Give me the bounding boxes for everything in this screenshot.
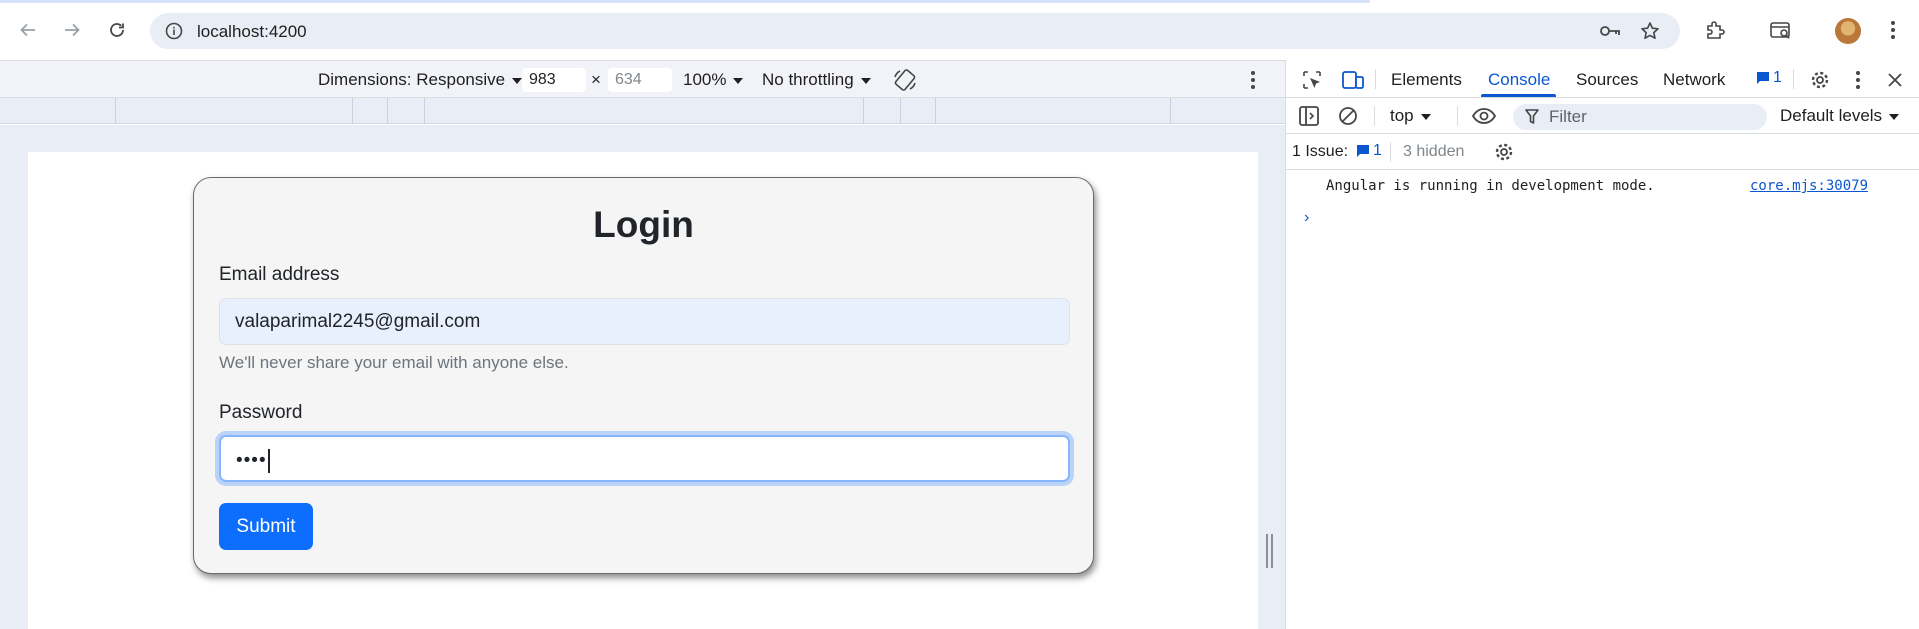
height-input[interactable]: 634 xyxy=(608,68,672,92)
chevron-down-icon xyxy=(1420,113,1431,120)
ruler-tick xyxy=(863,98,864,124)
console-source-link[interactable]: core.mjs:30079 xyxy=(1750,178,1868,194)
ruler-tick xyxy=(115,98,116,124)
issues-counter[interactable]: 1 xyxy=(1756,69,1782,87)
log-levels-select[interactable]: Default levels xyxy=(1780,106,1900,126)
browser-toolbar: localhost:4200 xyxy=(0,0,1919,60)
email-label: Email address xyxy=(219,264,340,285)
throttling-select[interactable]: No throttling xyxy=(762,70,871,90)
extensions-button[interactable] xyxy=(1698,13,1732,47)
console-settings-icon[interactable] xyxy=(1491,139,1517,165)
width-input[interactable]: 983 xyxy=(522,68,586,92)
dimension-separator: × xyxy=(591,70,601,89)
forward-button[interactable] xyxy=(56,13,88,47)
media-query-ruler[interactable] xyxy=(0,98,1285,124)
console-prompt[interactable]: › xyxy=(1304,209,1309,227)
dimensions-select[interactable]: Dimensions: Responsive xyxy=(318,70,523,90)
active-tab-indicator xyxy=(1481,94,1556,97)
issues-bar: 1 Issue: 1 3 hidden xyxy=(1286,134,1919,170)
chevron-down-icon xyxy=(733,77,744,84)
tab-search-icon xyxy=(1770,22,1790,39)
toolbar-divider xyxy=(1390,142,1391,162)
extensions-icon xyxy=(1707,21,1725,39)
issues-counter-value: 1 xyxy=(1773,69,1782,86)
console-toolbar: top Filter Default levels xyxy=(1286,98,1919,134)
clear-console-icon[interactable] xyxy=(1335,103,1361,129)
issues-link-count: 1 xyxy=(1373,142,1382,159)
text-cursor xyxy=(267,449,270,473)
ruler-tick xyxy=(1170,98,1171,124)
eye-icon[interactable] xyxy=(1471,103,1497,129)
devtools-tabbar: Elements Console Sources Network 1 xyxy=(1286,60,1919,98)
email-field[interactable]: valaparimal2245@gmail.com xyxy=(219,298,1070,345)
password-field[interactable]: •••• xyxy=(219,435,1070,482)
back-icon xyxy=(20,23,35,37)
toolbar-divider xyxy=(1793,69,1794,89)
tab-console[interactable]: Console xyxy=(1488,70,1550,90)
message-icon xyxy=(1357,145,1369,157)
console-message-text: Angular is running in development mode. xyxy=(1326,178,1655,194)
issues-link[interactable]: 1 xyxy=(1356,142,1382,160)
chrome-menu-button[interactable] xyxy=(1876,13,1910,47)
bookmark-star-icon[interactable] xyxy=(1640,21,1660,46)
address-bar[interactable]: localhost:4200 xyxy=(150,13,1680,49)
tab-strip-edge xyxy=(0,0,1370,3)
inspect-element-icon[interactable] xyxy=(1299,67,1325,93)
password-label: Password xyxy=(219,402,303,423)
submit-button[interactable]: Submit xyxy=(219,503,313,550)
tab-search-button[interactable] xyxy=(1764,13,1798,47)
site-info-icon[interactable] xyxy=(164,21,184,46)
menu-icon xyxy=(1891,21,1895,39)
sidebar-toggle-icon[interactable] xyxy=(1296,103,1322,129)
close-icon[interactable] xyxy=(1882,67,1908,93)
ruler-tick xyxy=(352,98,353,124)
url-text[interactable]: localhost:4200 xyxy=(197,22,307,42)
console-message: Angular is running in development mode. … xyxy=(1286,172,1919,200)
ruler-tick xyxy=(900,98,901,124)
filter-icon xyxy=(1525,109,1539,130)
context-select[interactable]: top xyxy=(1390,106,1431,126)
device-toolbar: Dimensions: Responsive 983 × 634 100% No… xyxy=(0,60,1285,98)
toolbar-divider xyxy=(1457,106,1458,126)
chevron-down-icon xyxy=(860,77,871,84)
tab-elements[interactable]: Elements xyxy=(1391,70,1462,90)
chevron-down-icon xyxy=(1889,113,1900,120)
email-help-text: We'll never share your email with anyone… xyxy=(219,353,569,372)
hidden-messages-label: 3 hidden xyxy=(1403,143,1465,160)
zoom-select[interactable]: 100% xyxy=(683,70,744,90)
device-toolbar-more-icon[interactable] xyxy=(1250,70,1256,95)
back-button[interactable] xyxy=(12,13,44,47)
issues-label: 1 Issue: xyxy=(1292,143,1349,160)
filter-placeholder: Filter xyxy=(1549,107,1587,126)
password-key-icon[interactable] xyxy=(1598,21,1622,46)
password-value: •••• xyxy=(236,450,267,472)
tab-sources[interactable]: Sources xyxy=(1576,70,1638,90)
reload-button[interactable] xyxy=(101,13,133,47)
device-toggle-icon[interactable] xyxy=(1340,67,1366,93)
message-icon xyxy=(1757,72,1769,84)
forward-icon xyxy=(65,23,80,37)
profile-avatar[interactable] xyxy=(1835,18,1861,44)
chevron-down-icon xyxy=(512,77,523,84)
rotate-icon[interactable] xyxy=(892,67,918,98)
devtools-more-icon[interactable] xyxy=(1845,67,1871,93)
toolbar-divider xyxy=(1374,106,1375,126)
tab-network[interactable]: Network xyxy=(1663,70,1725,90)
ruler-tick xyxy=(387,98,388,124)
devtools-panel: Elements Console Sources Network 1 top F… xyxy=(1285,60,1919,629)
settings-icon[interactable] xyxy=(1807,67,1833,93)
filter-input[interactable]: Filter xyxy=(1513,104,1767,130)
reload-icon xyxy=(110,23,124,37)
ruler-tick xyxy=(424,98,425,124)
login-title: Login xyxy=(593,204,694,245)
login-card: Login Email address valaparimal2245@gmai… xyxy=(193,177,1094,574)
viewport-resize-handle[interactable] xyxy=(1266,534,1274,568)
toolbar-divider xyxy=(1375,69,1376,89)
ruler-tick xyxy=(935,98,936,124)
